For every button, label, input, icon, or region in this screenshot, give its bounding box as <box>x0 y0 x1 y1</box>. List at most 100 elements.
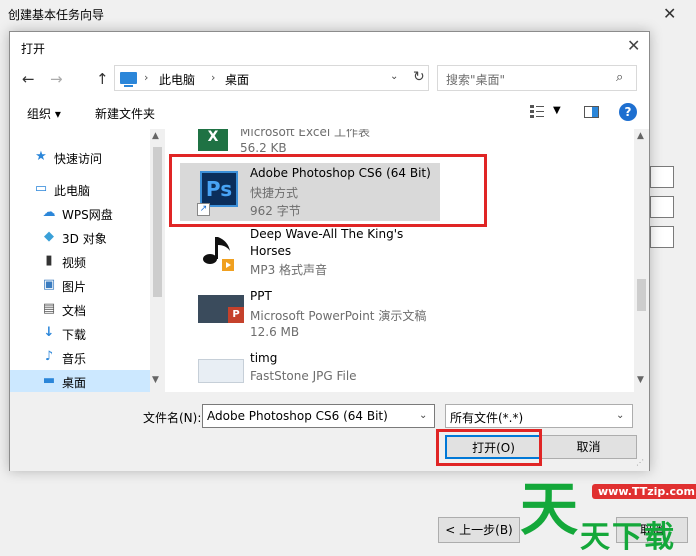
file-list-scrollbar[interactable]: ▲ ▼ <box>634 129 649 392</box>
close-icon[interactable]: ✕ <box>627 36 640 55</box>
open-dialog: 打开 ✕ ← → ↑ › 此电脑 › 桌面 ⌄ ↻ 搜索"桌面" ⌕ 组织 ▾ … <box>9 31 650 471</box>
video-icon: ▮ <box>45 253 53 268</box>
file-name: timg <box>250 351 278 365</box>
filetype-value: 所有文件(*.*) <box>450 411 524 425</box>
file-type: FastStone JPG File <box>250 369 357 383</box>
document-icon: ▤ <box>42 301 56 316</box>
file-item-mp3[interactable]: Deep Wave-All The King's Horses MP3 格式声音 <box>180 227 440 283</box>
file-size: 56.2 KB <box>240 141 287 155</box>
sidebar-item-documents[interactable]: ▤ 文档 <box>10 298 150 320</box>
scroll-up-icon[interactable]: ▲ <box>152 131 159 141</box>
new-folder-button[interactable]: 新建文件夹 <box>95 105 155 122</box>
help-icon[interactable]: ? <box>619 103 637 121</box>
file-item-jpg[interactable]: timg FastStone JPG File <box>180 351 440 391</box>
breadcrumb-separator: › <box>211 71 216 84</box>
sidebar-item-desktop[interactable]: ▬ 桌面 <box>10 370 150 392</box>
scroll-down-icon[interactable]: ▼ <box>152 375 159 385</box>
file-type: Microsoft Excel 工作表 <box>240 129 371 139</box>
filename-label: 文件名(N): <box>143 411 202 425</box>
wizard-field-3[interactable] <box>650 226 674 248</box>
scrollbar-thumb[interactable] <box>637 279 646 311</box>
file-type: Microsoft PowerPoint 演示文稿 <box>250 309 427 323</box>
cube-icon: ◆ <box>44 229 54 244</box>
picture-icon: ▣ <box>42 277 56 292</box>
wizard-field-2[interactable] <box>650 196 674 218</box>
cloud-icon: ☁ <box>42 205 56 220</box>
forward-icon[interactable]: → <box>50 70 63 88</box>
watermark: 天 天下载 www.TTzip.com <box>520 468 696 555</box>
scrollbar-thumb[interactable] <box>153 147 162 297</box>
watermark-text: 天下载 <box>580 520 676 555</box>
cancel-button[interactable]: 取消 <box>540 435 637 459</box>
sidebar-item-label: 图片 <box>62 280 87 294</box>
sidebar-item-3d-objects[interactable]: ◆ 3D 对象 <box>10 226 150 248</box>
watermark-url: www.TTzip.com <box>592 484 696 499</box>
dialog-title: 打开 <box>21 42 46 56</box>
desktop-icon: ▬ <box>42 373 56 388</box>
music-note-icon <box>203 237 234 271</box>
breadcrumb-separator: › <box>144 71 149 84</box>
sidebar-item-label: 快速访问 <box>54 152 103 166</box>
sidebar-item-label: 下载 <box>62 328 87 342</box>
sidebar-item-label: 文档 <box>62 304 87 318</box>
file-size: 12.6 MB <box>250 325 300 339</box>
watermark-logo: 天 <box>520 475 579 543</box>
sidebar-item-videos[interactable]: ▮ 视频 <box>10 250 150 272</box>
address-bar[interactable]: › 此电脑 › 桌面 ⌄ ↻ <box>114 65 429 91</box>
dialog-footer: 文件名(N): Adobe Photoshop CS6 (64 Bit) ⌄ 所… <box>10 392 649 471</box>
search-icon[interactable]: ⌕ <box>616 70 623 85</box>
wizard-field-1[interactable] <box>650 166 674 188</box>
sidebar-item-downloads[interactable]: ↓ 下载 <box>10 322 150 344</box>
scroll-up-icon[interactable]: ▲ <box>637 131 644 141</box>
view-options-icon[interactable] <box>530 104 544 118</box>
organize-button[interactable]: 组织 ▾ <box>27 105 61 122</box>
sidebar-item-label: 桌面 <box>62 376 87 390</box>
resize-grip-icon[interactable]: ⋰ <box>636 458 644 467</box>
navigation-pane: ★ 快速访问 ▭ 此电脑 ☁ WPS网盘 ◆ 3D 对象 ▮ 视频 ▣ 图片 ▤… <box>10 129 165 392</box>
search-input[interactable]: 搜索"桌面" ⌕ <box>437 65 637 91</box>
sidebar-item-quick-access[interactable]: ★ 快速访问 <box>10 146 150 168</box>
annotation-highlight-open <box>436 429 542 466</box>
computer-icon: ▭ <box>34 181 48 196</box>
nav-scrollbar[interactable]: ▲ ▼ <box>150 129 165 392</box>
music-icon: ♪ <box>44 349 54 364</box>
chevron-down-icon[interactable]: ⌄ <box>390 71 398 82</box>
annotation-highlight-file <box>169 154 487 227</box>
download-icon: ↓ <box>43 325 55 340</box>
chevron-down-icon[interactable]: ▼ <box>553 105 561 116</box>
wizard-title: 创建基本任务向导 <box>8 8 105 22</box>
sidebar-item-label: 视频 <box>62 256 87 270</box>
sidebar-item-music[interactable]: ♪ 音乐 <box>10 346 150 368</box>
toolbar: 组织 ▾ 新建文件夹 ▼ ? <box>10 99 649 129</box>
star-icon: ★ <box>35 149 47 164</box>
powerpoint-icon <box>198 295 244 323</box>
preview-pane-icon[interactable] <box>584 106 599 118</box>
sidebar-item-label: 3D 对象 <box>62 232 107 246</box>
wizard-prev-button[interactable]: < 上一步(B) <box>438 517 520 543</box>
sidebar-item-label: 音乐 <box>62 352 87 366</box>
file-name: Deep Wave-All The King's <box>250 227 404 241</box>
sidebar-item-label: WPS网盘 <box>62 208 113 222</box>
back-icon[interactable]: ← <box>22 70 35 88</box>
file-name: PPT <box>250 289 272 303</box>
filetype-select[interactable]: 所有文件(*.*) ⌄ <box>445 404 633 428</box>
excel-icon: X <box>198 129 228 151</box>
image-file-icon <box>198 359 244 383</box>
file-name-line2: Horses <box>250 244 292 258</box>
computer-icon <box>120 72 137 87</box>
up-icon[interactable]: ↑ <box>96 70 109 88</box>
sidebar-item-pictures[interactable]: ▣ 图片 <box>10 274 150 296</box>
scroll-down-icon[interactable]: ▼ <box>637 375 644 385</box>
chevron-down-icon[interactable]: ⌄ <box>616 410 624 421</box>
refresh-icon[interactable]: ↻ <box>413 69 425 85</box>
chevron-down-icon[interactable]: ⌄ <box>419 410 427 421</box>
sidebar-item-wps[interactable]: ☁ WPS网盘 <box>10 202 150 224</box>
filename-field[interactable]: Adobe Photoshop CS6 (64 Bit) ⌄ <box>202 404 435 428</box>
wizard-close-icon[interactable]: ✕ <box>663 4 676 23</box>
sidebar-item-this-pc[interactable]: ▭ 此电脑 <box>10 178 150 200</box>
breadcrumb-desktop[interactable]: 桌面 <box>225 71 249 88</box>
breadcrumb-this-pc[interactable]: 此电脑 <box>159 71 195 88</box>
file-type: MP3 格式声音 <box>250 263 328 277</box>
file-item-ppt[interactable]: PPT Microsoft PowerPoint 演示文稿 12.6 MB <box>180 289 440 345</box>
search-placeholder: 搜索"桌面" <box>446 73 506 87</box>
